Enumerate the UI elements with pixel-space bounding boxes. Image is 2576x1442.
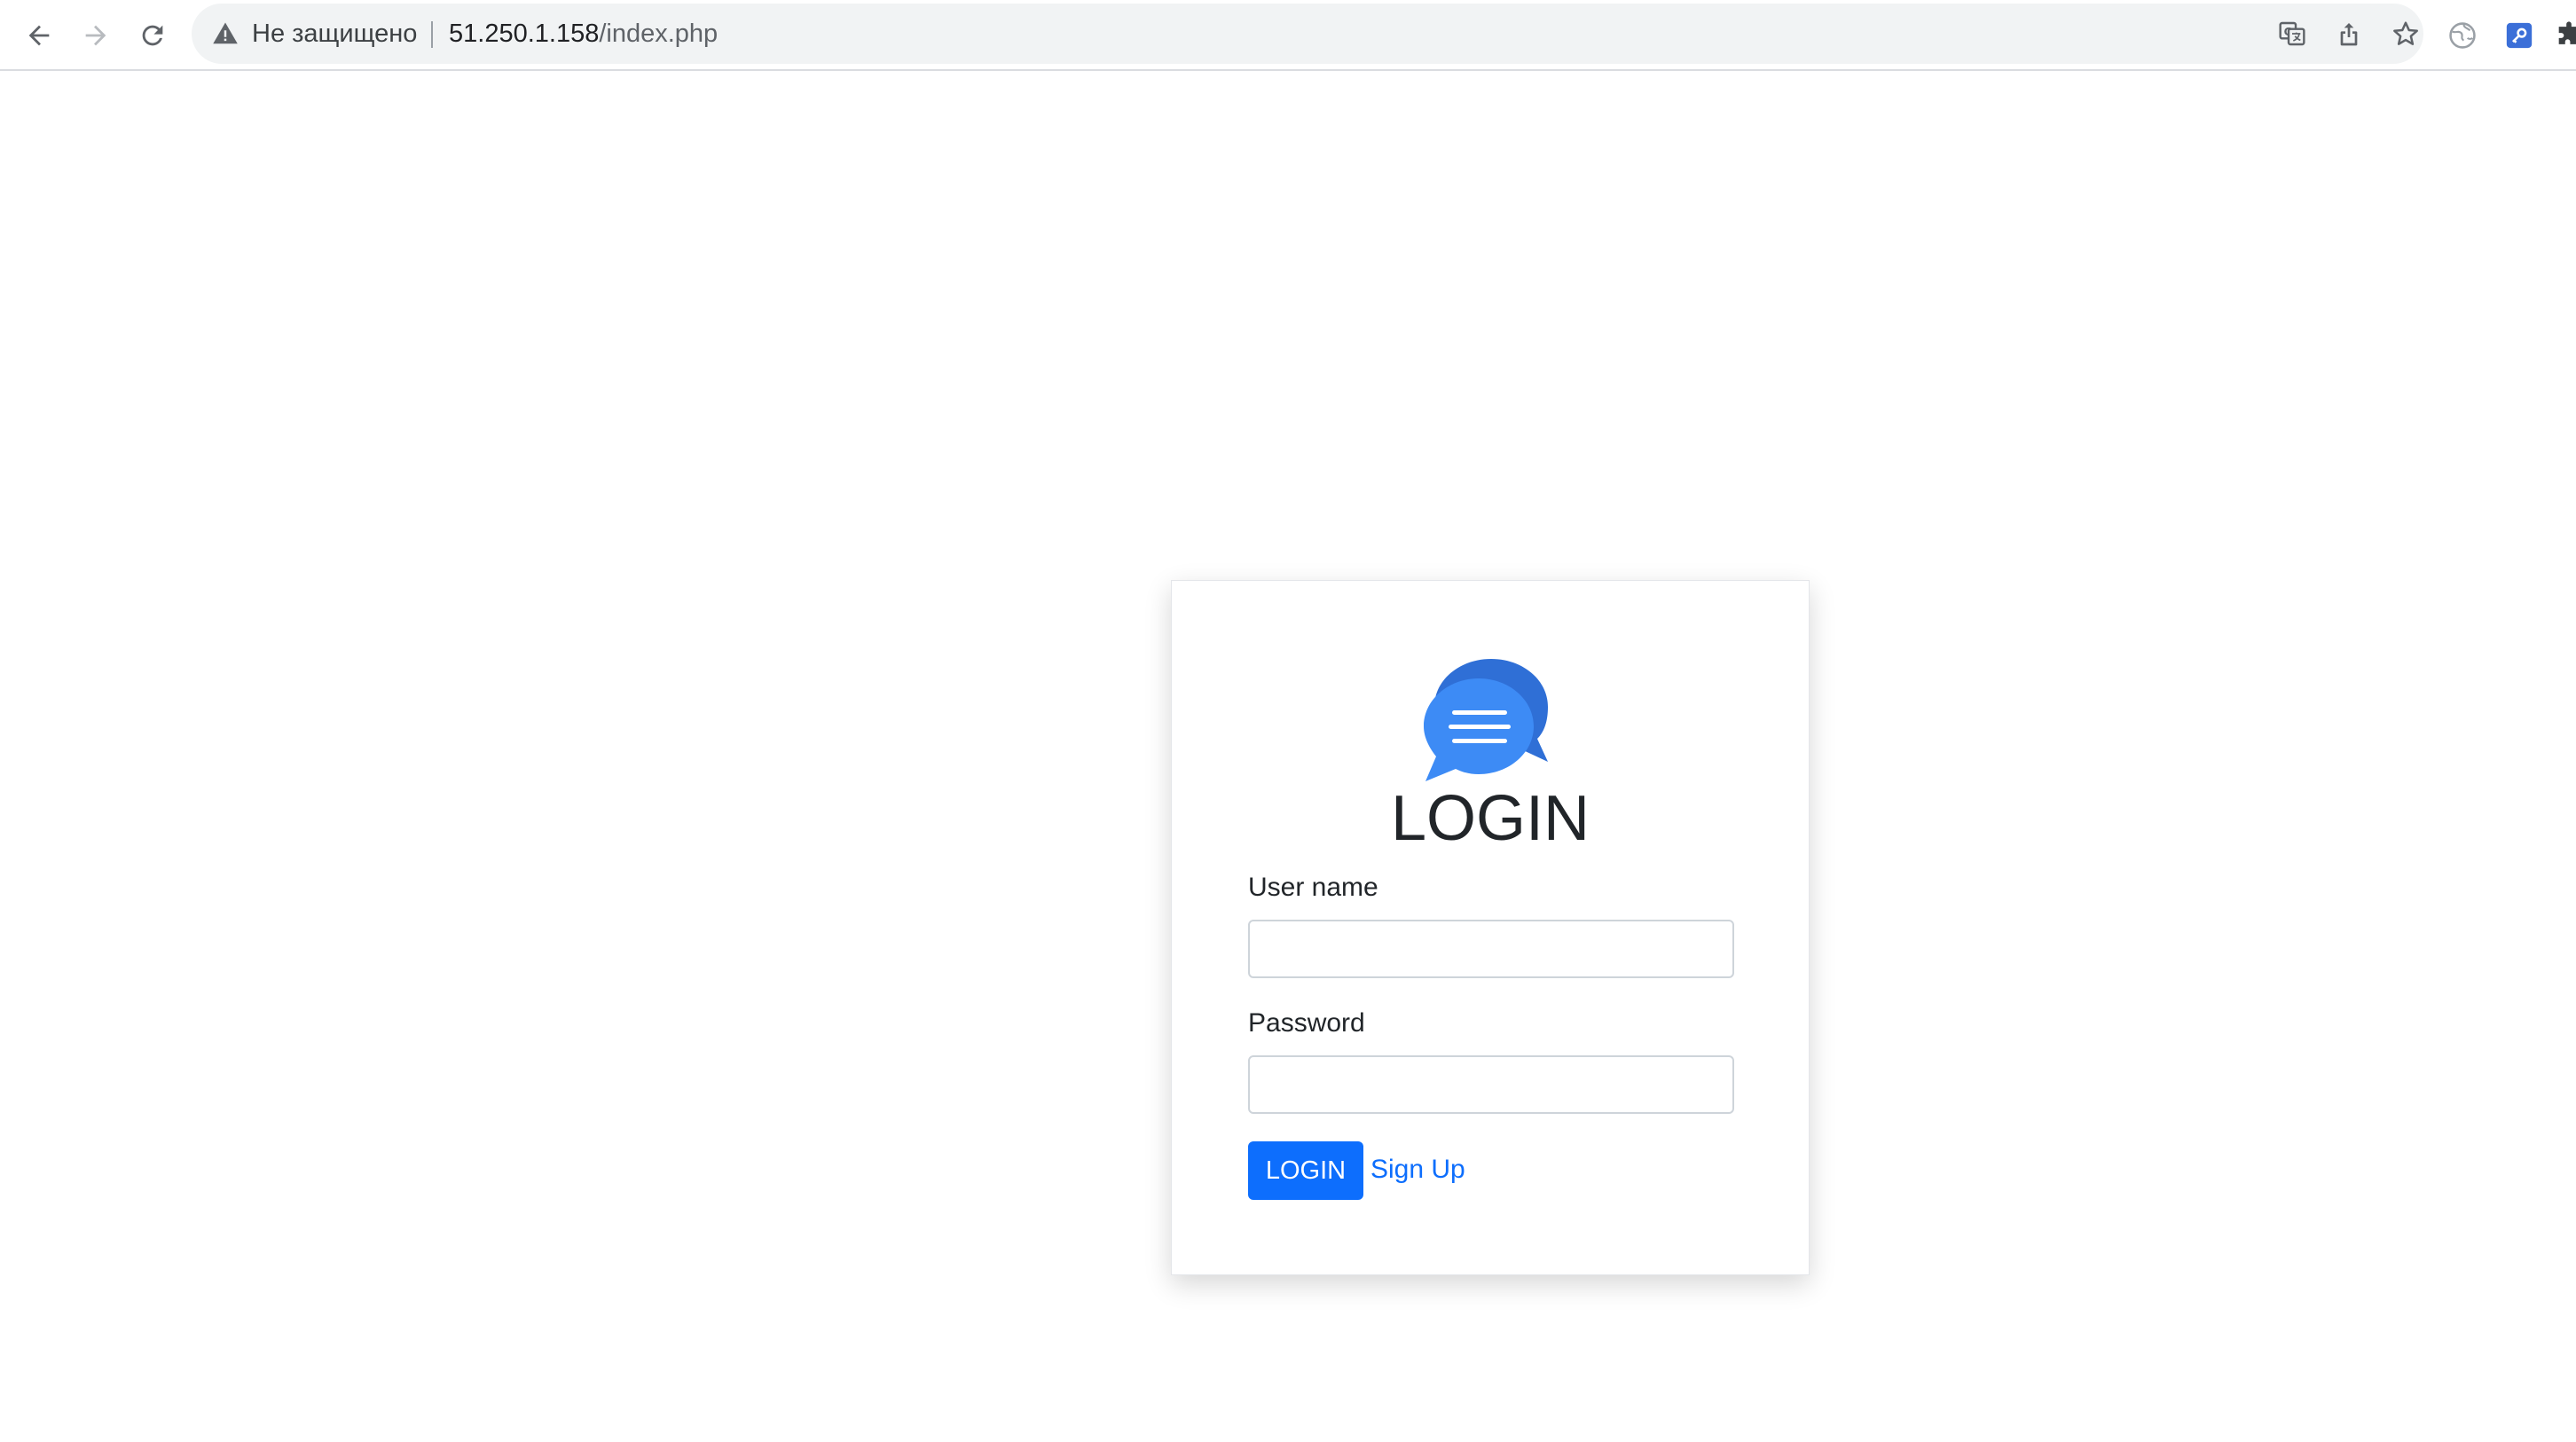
key-extension-icon[interactable] [2500,16,2539,55]
star-icon[interactable] [2388,16,2423,51]
browser-toolbar: Не защищено 51.250.1.158/index.php G [0,0,2576,71]
url-path: /index.php [599,20,719,48]
back-arrow-icon [28,25,50,46]
forward-button[interactable] [75,14,117,57]
signup-link[interactable]: Sign Up [1370,1154,1465,1186]
username-input[interactable] [1248,920,1734,978]
share-icon[interactable] [2331,16,2367,51]
url-text[interactable]: 51.250.1.158/index.php [449,18,718,50]
username-label: User name [1248,873,1378,902]
login-title: LOGIN [1390,783,1590,854]
login-button[interactable]: LOGIN [1248,1141,1363,1200]
forward-arrow-icon [85,25,106,46]
translate-icon[interactable]: G [2274,16,2310,51]
reload-button[interactable] [131,14,174,57]
globe-extension-icon[interactable] [2443,16,2482,55]
password-label: Password [1248,1008,1365,1038]
back-button[interactable] [18,14,60,57]
address-separator [431,21,433,48]
puzzle-icon[interactable] [2549,16,2576,55]
password-input[interactable] [1248,1055,1734,1114]
reload-icon [142,25,163,46]
address-bar[interactable]: Не защищено 51.250.1.158/index.php G [192,4,2423,64]
security-status[interactable]: Не защищено [252,18,417,50]
chat-bubbles-icon [1424,659,1548,781]
warning-triangle-icon[interactable] [208,16,243,51]
url-host: 51.250.1.158 [449,20,600,48]
login-card: LOGIN User name Password LOGIN Sign Up [1171,580,1810,1275]
